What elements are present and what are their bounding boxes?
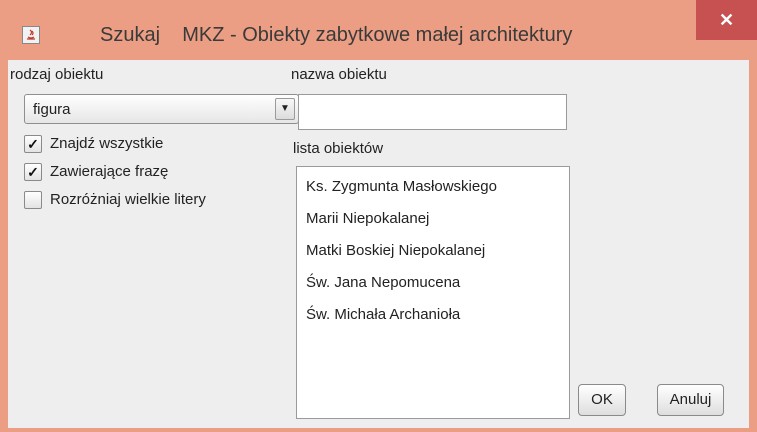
checkmark-icon[interactable]: ✓ <box>24 163 42 181</box>
list-item[interactable]: Św. Michała Archanioła <box>306 306 460 323</box>
cancel-button[interactable]: Anuluj <box>657 384 724 416</box>
list-item[interactable]: Matki Boskiej Niepokalanej <box>306 242 485 259</box>
object-list[interactable]: Ks. Zygmunta Masłowskiego Marii Niepokal… <box>296 166 570 419</box>
list-item[interactable]: Ks. Zygmunta Masłowskiego <box>306 178 497 195</box>
java-icon[interactable] <box>22 26 40 44</box>
close-icon: ✕ <box>718 10 735 30</box>
object-type-label: rodzaj obiektu <box>10 66 104 83</box>
contains-phrase-label: Zawierające frazę <box>50 163 169 180</box>
window-title: Szukaj MKZ - Obiekty zabytkowe małej arc… <box>100 24 573 46</box>
object-list-label: lista obiektów <box>293 140 384 157</box>
object-name-input[interactable] <box>298 94 567 130</box>
list-item[interactable]: Marii Niepokalanej <box>306 210 429 227</box>
object-name-label: nazwa obiektu <box>291 66 387 83</box>
object-type-dropdown[interactable]: figura ▼ <box>24 94 299 124</box>
dialog-content: rodzaj obiektu figura ▼ ✓ Znajdź wszystk… <box>8 60 749 428</box>
close-button[interactable]: ✕ <box>696 0 757 40</box>
object-type-selected: figura <box>33 101 71 118</box>
find-all-label: Znajdź wszystkie <box>50 135 164 152</box>
checkmark-icon[interactable]: ✓ <box>24 135 42 153</box>
ok-button[interactable]: OK <box>578 384 626 416</box>
list-item[interactable]: Św. Jana Nepomucena <box>306 274 460 291</box>
chevron-down-icon[interactable]: ▼ <box>275 98 295 120</box>
case-sensitive-label: Rozróżniaj wielkie litery <box>50 191 206 208</box>
empty-checkbox-icon[interactable] <box>24 191 42 209</box>
dialog-window: Szukaj MKZ - Obiekty zabytkowe małej arc… <box>0 0 757 432</box>
